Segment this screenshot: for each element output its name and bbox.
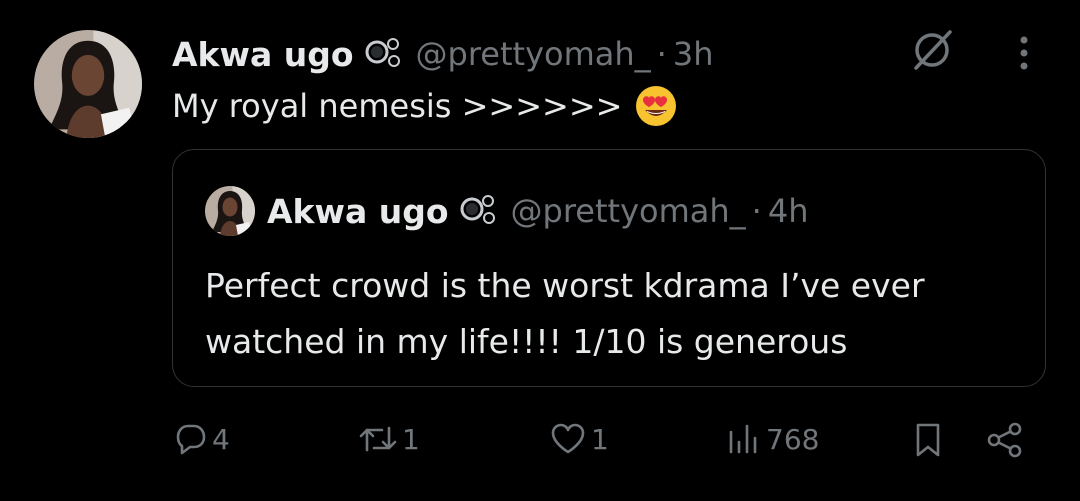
share-icon: [987, 422, 1022, 458]
bookmark-icon: [916, 423, 940, 457]
quoted-tweet-text: Perfect crowd is the worst kdrama I’ve e…: [205, 266, 925, 361]
more-options-icon[interactable]: [1012, 34, 1036, 78]
like-count: 1: [591, 422, 609, 456]
quoted-author-name[interactable]: Akwa ugo: [267, 192, 449, 231]
grok-icon[interactable]: [908, 26, 956, 78]
tweet-body: My royal nemesis >>>>>>: [172, 87, 623, 125]
bubbles-icon: [364, 35, 402, 73]
like-button[interactable]: 1: [549, 422, 609, 456]
retweet-button[interactable]: 1: [358, 422, 420, 456]
reply-button[interactable]: 4: [174, 422, 230, 456]
author-name[interactable]: Akwa ugo: [172, 35, 354, 74]
retweet-icon: [359, 426, 397, 452]
quoted-author-avatar[interactable]: [205, 186, 255, 236]
bubbles-icon: [459, 192, 497, 230]
retweet-count: 1: [402, 422, 420, 456]
views-chart-icon: [729, 424, 757, 454]
tweet-header: Akwa ugo @prettyomah_ · 3h: [172, 30, 713, 78]
smiling-face-with-heart-eyes-icon: [634, 84, 678, 128]
tweet-text: My royal nemesis >>>>>>: [172, 84, 678, 128]
quoted-tweet-header: Akwa ugo @prettyomah_ · 4h: [205, 186, 808, 236]
tweet-timestamp[interactable]: 3h: [673, 35, 714, 73]
quoted-tweet-timestamp[interactable]: 4h: [768, 192, 809, 230]
author-handle[interactable]: @prettyomah_: [416, 35, 651, 73]
bookmark-button[interactable]: [912, 422, 944, 458]
separator-dot: ·: [751, 192, 762, 230]
reply-icon: [176, 424, 206, 455]
views-button[interactable]: 768: [726, 422, 819, 456]
action-bar: 4 1 1 768: [0, 410, 1080, 470]
separator-dot: ·: [656, 35, 667, 73]
view-count: 768: [766, 422, 820, 456]
reply-count: 4: [212, 422, 230, 456]
author-avatar[interactable]: [34, 30, 142, 138]
quoted-author-handle[interactable]: @prettyomah_: [511, 192, 746, 230]
heart-icon: [551, 423, 585, 454]
quoted-tweet-card[interactable]: Akwa ugo @prettyomah_ · 4h Perfect crowd…: [172, 149, 1046, 387]
share-button[interactable]: [986, 422, 1024, 458]
